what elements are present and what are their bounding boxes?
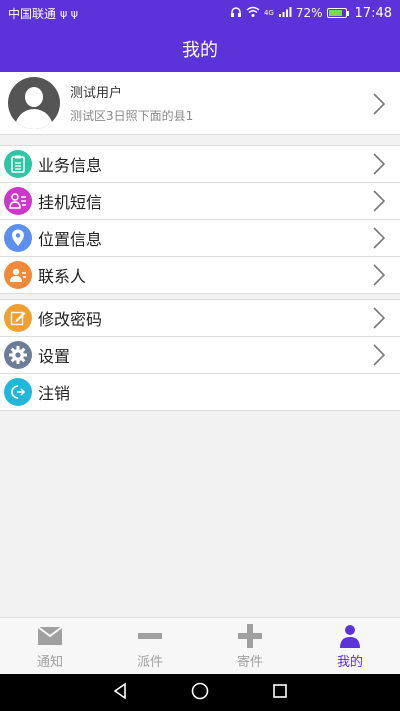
system-nav-bar (0, 674, 400, 711)
recents-icon[interactable] (272, 683, 288, 703)
edit-icon (4, 304, 32, 332)
menu-item-label: 位置信息 (38, 230, 103, 249)
gear-icon (4, 341, 32, 369)
menu-item-location-info[interactable]: 位置信息 (0, 220, 400, 257)
clock: 17:48 (354, 5, 392, 21)
usb-icon: ψ ψ (60, 6, 79, 20)
menu-item-label: 业务信息 (38, 156, 103, 175)
battery-icon (326, 8, 349, 18)
home-icon[interactable] (191, 682, 209, 704)
profile-card[interactable]: 测试用户 测试区3日照下面的县1 (0, 72, 400, 135)
menu-group-1: 业务信息 挂机短信 位置信息 联系人 (0, 145, 400, 294)
menu-group-2: 修改密码 设置 注销 (0, 299, 400, 411)
mail-icon (37, 623, 63, 649)
nav-tab-notice[interactable]: 通知 (0, 618, 100, 674)
menu-item-change-password[interactable]: 修改密码 (0, 300, 400, 337)
back-icon[interactable] (112, 681, 128, 704)
user-area: 测试区3日照下面的县1 (70, 109, 194, 123)
headset-icon (230, 6, 242, 21)
nav-tab-send[interactable]: 寄件 (200, 618, 300, 674)
avatar (8, 77, 60, 129)
clipboard-icon (4, 150, 32, 178)
title-bar: 我的 (0, 26, 400, 72)
page-title: 我的 (182, 40, 218, 61)
menu-item-logout[interactable]: 注销 (0, 374, 400, 411)
nav-tab-label: 通知 (36, 654, 63, 670)
network-type-label: 4G (263, 9, 274, 17)
chevron-right-icon (372, 152, 386, 176)
menu-item-label: 修改密码 (38, 310, 103, 329)
contact-icon (4, 261, 32, 289)
menu-item-label: 挂机短信 (38, 193, 103, 212)
menu-item-label: 设置 (38, 347, 71, 366)
nav-tab-label: 寄件 (236, 654, 263, 670)
person-icon (339, 623, 361, 649)
plus-icon (237, 623, 263, 649)
chevron-right-icon (372, 343, 386, 367)
location-pin-icon (4, 224, 32, 252)
nav-tab-dispatch[interactable]: 派件 (100, 618, 200, 674)
bottom-nav: 通知 派件 寄件 我的 (0, 617, 400, 674)
signal-icon (278, 6, 292, 21)
menu-item-label: 注销 (38, 384, 71, 403)
user-name: 测试用户 (70, 86, 123, 101)
menu-item-settings[interactable]: 设置 (0, 337, 400, 374)
nav-tab-label: 我的 (336, 654, 363, 670)
menu-item-contacts[interactable]: 联系人 (0, 257, 400, 294)
minus-icon (137, 623, 163, 649)
logout-icon (4, 378, 32, 406)
carrier-label: 中国联通 (8, 6, 57, 21)
battery-percent: 72% (295, 6, 323, 20)
chevron-right-icon (372, 189, 386, 213)
nav-tab-mine[interactable]: 我的 (300, 618, 400, 674)
nav-tab-label: 派件 (136, 654, 163, 670)
chevron-right-icon (372, 226, 386, 250)
chevron-right-icon (372, 263, 386, 287)
menu-item-hangup-sms[interactable]: 挂机短信 (0, 183, 400, 220)
chevron-right-icon (372, 306, 386, 330)
status-bar: 中国联通 ψ ψ 4G 72% 17:48 (0, 0, 400, 26)
menu-item-business-info[interactable]: 业务信息 (0, 146, 400, 183)
chevron-right-icon (372, 92, 386, 116)
sms-icon (4, 187, 32, 215)
wifi-icon (246, 6, 260, 21)
menu-item-label: 联系人 (38, 267, 87, 286)
